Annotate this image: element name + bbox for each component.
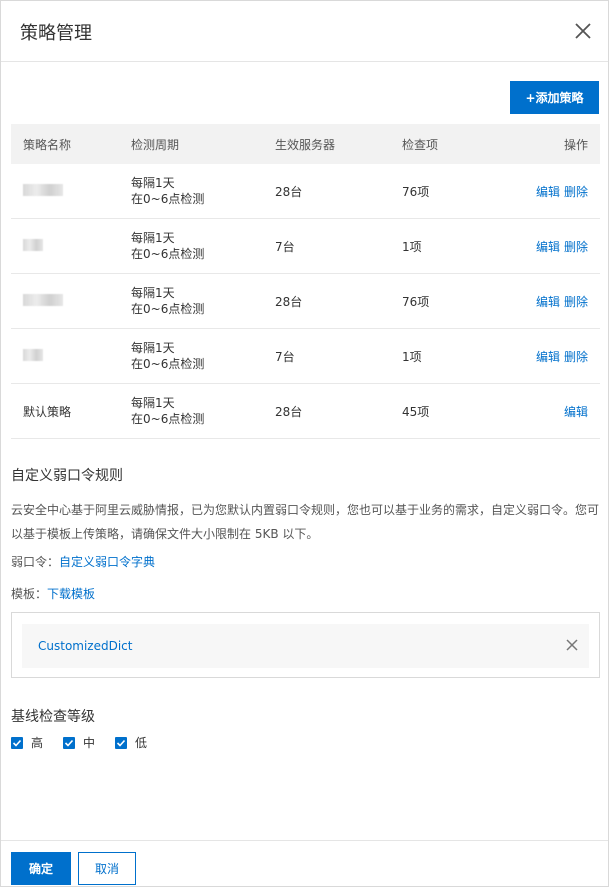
table-header: 策略名称 检测周期 生效服务器 检查项 操作 [11,124,600,164]
cycle-cell: 每隔1天 在0~6点检测 [131,286,205,316]
template-label: 模板： [11,587,48,601]
checks-cell: 45项 [402,405,430,419]
close-icon[interactable] [573,21,593,41]
strategy-table: 策略名称 检测周期 生效服务器 检查项 操作 每隔1天 在0~6点检测 28台 7… [11,124,600,439]
ops-cell: 编辑 [564,403,588,420]
weak-password-title: 自定义弱口令规则 [11,468,123,484]
table-row: 每隔1天 在0~6点检测 28台 76项 编辑 删除 [11,164,600,219]
strategy-management-dialog: 策略管理 +添加策略 策略名称 检测周期 生效服务器 检查项 操作 每隔1天 在0… [0,0,609,887]
ops-cell: 编辑 删除 [536,293,588,310]
redacted-name [23,349,43,361]
cancel-button[interactable]: 取消 [78,852,136,885]
header-ops: 操作 [563,138,588,152]
upload-box: CustomizedDict [11,612,600,678]
file-name[interactable]: CustomizedDict [38,639,132,653]
edit-link[interactable]: 编辑 [536,238,560,255]
dialog-title: 策略管理 [20,23,92,44]
level-high-checkbox[interactable]: 高 [11,734,43,751]
dict-label: 弱口令： [11,555,60,569]
header-checks: 检查项 [402,138,439,152]
servers-cell: 7台 [275,240,295,254]
table-row: 每隔1天 在0~6点检测 7台 1项 编辑 删除 [11,329,600,384]
checkmark-icon [63,736,76,749]
ops-cell: 编辑 删除 [536,183,588,200]
servers-cell: 28台 [275,405,303,419]
uploaded-file-item: CustomizedDict [22,624,589,668]
edit-link[interactable]: 编辑 [536,348,560,365]
checks-cell: 76项 [402,185,430,199]
checks-cell: 1项 [402,240,422,254]
table-row: 默认策略 每隔1天 在0~6点检测 28台 45项 编辑 [11,384,600,439]
checks-cell: 76项 [402,295,430,309]
redacted-name [23,239,43,251]
checks-cell: 1项 [402,350,422,364]
level-medium-checkbox[interactable]: 中 [63,734,95,751]
dialog-footer: 确定 取消 [1,840,608,886]
edit-link[interactable]: 编辑 [564,403,588,420]
baseline-levels: 高 中 低 [11,734,167,751]
add-strategy-button[interactable]: +添加策略 [510,81,599,114]
header-servers: 生效服务器 [275,138,336,152]
checkmark-icon [11,736,23,749]
template-row: 模板：下载模板 [11,585,95,602]
name-cell: 默认策略 [23,405,72,419]
servers-cell: 28台 [275,295,303,309]
cycle-cell: 每隔1天 在0~6点检测 [131,176,205,206]
header-name: 策略名称 [23,138,72,152]
delete-link[interactable]: 删除 [564,293,588,310]
download-template-link[interactable]: 下载模板 [47,587,95,601]
delete-link[interactable]: 删除 [564,348,588,365]
level-low-checkbox[interactable]: 低 [115,734,147,751]
dialog-header: 策略管理 [1,1,608,62]
ops-cell: 编辑 删除 [536,348,588,365]
header-cycle: 检测周期 [131,138,180,152]
baseline-title: 基线检查等级 [11,709,95,725]
cycle-cell: 每隔1天 在0~6点检测 [131,341,205,371]
edit-link[interactable]: 编辑 [536,293,560,310]
delete-link[interactable]: 删除 [564,183,588,200]
weak-password-description: 云安全中心基于阿里云威胁情报，已为您默认内置弱口令规则，您也可以基于业务的需求，… [11,503,600,541]
servers-cell: 28台 [275,185,303,199]
redacted-name [23,184,63,196]
table-row: 每隔1天 在0~6点检测 7台 1项 编辑 删除 [11,219,600,274]
table-row: 每隔1天 在0~6点检测 28台 76项 编辑 删除 [11,274,600,329]
dict-row: 弱口令：自定义弱口令字典 [11,553,155,570]
delete-link[interactable]: 删除 [564,238,588,255]
edit-link[interactable]: 编辑 [536,183,560,200]
ops-cell: 编辑 删除 [536,238,588,255]
servers-cell: 7台 [275,350,295,364]
redacted-name [23,294,63,306]
cycle-cell: 每隔1天 在0~6点检测 [131,231,205,261]
checkmark-icon [115,736,128,749]
close-icon[interactable] [565,638,579,652]
custom-dict-link[interactable]: 自定义弱口令字典 [59,555,155,569]
confirm-button[interactable]: 确定 [11,852,71,885]
cycle-cell: 每隔1天 在0~6点检测 [131,396,205,426]
